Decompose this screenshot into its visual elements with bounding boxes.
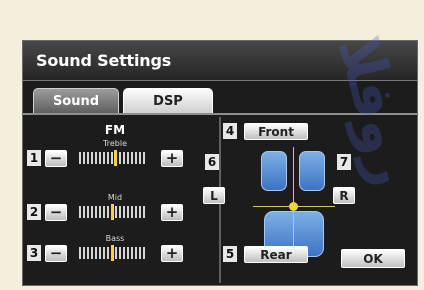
- treble-label: Treble: [103, 139, 127, 148]
- tab-sound[interactable]: Sound: [33, 88, 119, 113]
- mid-level-marker: [110, 204, 114, 220]
- treble-plus-button[interactable]: +: [161, 150, 183, 167]
- callout-7: 7: [337, 154, 351, 170]
- plus-icon: +: [165, 149, 179, 167]
- ok-button[interactable]: OK: [341, 249, 405, 268]
- treble-level-marker: [113, 150, 117, 166]
- front-button[interactable]: Front: [244, 123, 308, 140]
- tab-dsp[interactable]: DSP: [123, 88, 213, 113]
- source-label: FM: [104, 123, 126, 137]
- bass-minus-button[interactable]: −: [45, 245, 67, 262]
- callout-2: 2: [27, 204, 41, 220]
- fader-balance-pad[interactable]: [253, 147, 335, 261]
- seat-icon: [299, 151, 325, 191]
- minus-icon: −: [49, 149, 63, 167]
- window-title: Sound Settings: [36, 51, 172, 70]
- treble-level-bar[interactable]: [79, 150, 145, 166]
- content-separator: [23, 113, 417, 115]
- balance-left-button[interactable]: L: [203, 187, 225, 204]
- callout-4: 4: [223, 123, 237, 139]
- seat-icon: [261, 151, 287, 191]
- sound-settings-screen: Sound Settings Sound DSP FM Treble 1 − +…: [22, 40, 418, 286]
- mid-plus-button[interactable]: +: [161, 204, 183, 221]
- callout-1: 1: [27, 150, 41, 166]
- treble-minus-button[interactable]: −: [45, 150, 67, 167]
- callout-6: 6: [205, 154, 219, 170]
- mid-minus-button[interactable]: −: [45, 204, 67, 221]
- minus-icon: −: [49, 244, 63, 262]
- balance-right-button[interactable]: R: [333, 187, 355, 204]
- title-bar: Sound Settings: [23, 41, 417, 81]
- plus-icon: +: [165, 203, 179, 221]
- bass-label: Bass: [105, 234, 125, 243]
- mid-label: Mid: [107, 193, 123, 202]
- minus-icon: −: [49, 203, 63, 221]
- mid-level-bar[interactable]: [79, 204, 145, 220]
- bass-plus-button[interactable]: +: [161, 245, 183, 262]
- fader-position-marker: [289, 202, 298, 211]
- bass-level-bar[interactable]: [79, 245, 145, 261]
- rear-button[interactable]: Rear: [244, 246, 308, 263]
- bass-level-marker: [110, 245, 114, 261]
- callout-3: 3: [27, 245, 41, 261]
- callout-5: 5: [223, 246, 237, 262]
- plus-icon: +: [165, 244, 179, 262]
